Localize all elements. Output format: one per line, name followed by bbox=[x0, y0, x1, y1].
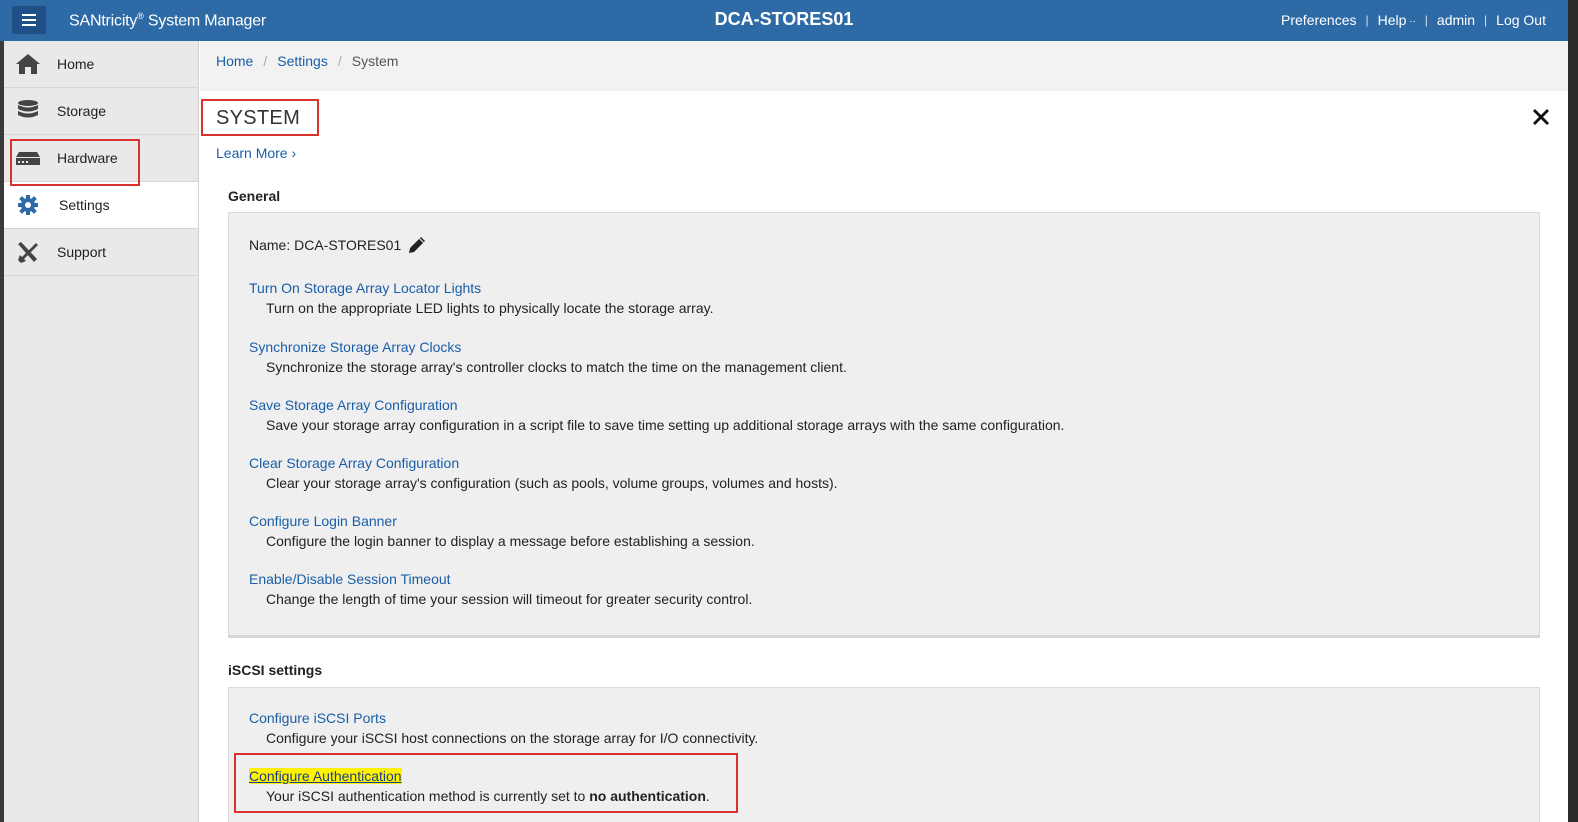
header-separator: | bbox=[1484, 13, 1488, 27]
login-banner-link[interactable]: Configure Login Banner bbox=[249, 513, 397, 529]
general-panel: Name: DCA-STORES01 Turn On Storage Array… bbox=[228, 212, 1540, 638]
list-item: Configure Authentication Your iSCSI auth… bbox=[249, 768, 710, 804]
array-name-row: Name: DCA-STORES01 bbox=[249, 235, 427, 255]
breadcrumb: Home / Settings / System bbox=[216, 53, 398, 69]
iscsi-ports-link[interactable]: Configure iSCSI Ports bbox=[249, 710, 386, 726]
help-menu[interactable]: Help ⋅⋅ bbox=[1378, 12, 1416, 28]
sidebar-item-home[interactable]: Home bbox=[4, 41, 198, 88]
header-links: Preferences | Help ⋅⋅ | admin | Log Out bbox=[1281, 12, 1546, 28]
breadcrumb-separator: / bbox=[263, 53, 268, 69]
list-item: Configure iSCSI Ports Configure your iSC… bbox=[249, 710, 758, 746]
database-icon bbox=[14, 98, 42, 124]
authentication-desc: Your iSCSI authentication method is curr… bbox=[266, 788, 710, 804]
top-bar: SANtricity® System Manager DCA-STORES01 … bbox=[0, 0, 1568, 41]
sidebar: Home Storage Hardware Settings Support bbox=[4, 41, 199, 822]
configure-authentication-link[interactable]: Configure Authentication bbox=[249, 768, 402, 784]
window-frame-right bbox=[1568, 0, 1578, 822]
learn-more-link[interactable]: Learn More › bbox=[216, 145, 296, 161]
help-link-label: Help bbox=[1377, 12, 1407, 28]
sidebar-item-settings[interactable]: Settings bbox=[4, 182, 198, 229]
app-name: SANtricity bbox=[69, 12, 138, 30]
locator-lights-link[interactable]: Turn On Storage Array Locator Lights bbox=[249, 280, 481, 296]
iscsi-heading: iSCSI settings bbox=[228, 662, 323, 678]
list-item: Enable/Disable Session Timeout Change th… bbox=[249, 571, 752, 607]
session-timeout-link[interactable]: Enable/Disable Session Timeout bbox=[249, 571, 451, 587]
page-title: SYSTEM bbox=[216, 107, 301, 129]
iscsi-panel: Configure iSCSI Ports Configure your iSC… bbox=[228, 687, 1540, 822]
array-name-label: Name: DCA-STORES01 bbox=[249, 237, 402, 253]
gear-icon bbox=[14, 192, 42, 218]
user-menu[interactable]: admin bbox=[1437, 12, 1475, 28]
sidebar-item-support[interactable]: Support bbox=[4, 229, 198, 276]
header-separator: | bbox=[1424, 13, 1428, 27]
sidebar-item-label: Storage bbox=[57, 103, 107, 119]
list-item: Configure Login Banner Configure the log… bbox=[249, 513, 755, 549]
breadcrumb-bar: Home / Settings / System bbox=[200, 41, 1568, 91]
list-item: Turn On Storage Array Locator Lights Tur… bbox=[249, 280, 713, 316]
iscsi-ports-desc: Configure your iSCSI host connections on… bbox=[266, 730, 759, 746]
general-heading: General bbox=[228, 188, 281, 204]
breadcrumb-home[interactable]: Home bbox=[216, 53, 253, 69]
app-title: SANtricity® System Manager bbox=[69, 11, 266, 30]
logout-link[interactable]: Log Out bbox=[1496, 12, 1546, 28]
sidebar-item-label: Home bbox=[57, 56, 95, 72]
sidebar-item-label: Settings bbox=[59, 197, 110, 213]
sidebar-item-label: Support bbox=[57, 244, 107, 260]
sidebar-item-storage[interactable]: Storage bbox=[4, 88, 198, 135]
app-name-suffix: System Manager bbox=[143, 12, 267, 30]
session-timeout-desc: Change the length of time your session w… bbox=[266, 591, 753, 607]
sidebar-item-label: Hardware bbox=[57, 150, 118, 166]
breadcrumb-settings[interactable]: Settings bbox=[277, 53, 328, 69]
pencil-icon[interactable] bbox=[407, 235, 427, 255]
home-icon bbox=[14, 51, 42, 77]
list-item: Synchronize Storage Array Clocks Synchro… bbox=[249, 339, 847, 375]
sync-clocks-link[interactable]: Synchronize Storage Array Clocks bbox=[249, 339, 461, 355]
login-banner-desc: Configure the login banner to display a … bbox=[266, 533, 755, 549]
clear-config-link[interactable]: Clear Storage Array Configuration bbox=[249, 455, 459, 471]
dropdown-icon: ⋅⋅ bbox=[1409, 17, 1416, 28]
sidebar-item-hardware[interactable]: Hardware bbox=[4, 135, 198, 182]
hardware-icon bbox=[14, 145, 42, 171]
save-config-desc: Save your storage array configuration in… bbox=[266, 417, 1065, 433]
close-icon[interactable] bbox=[1532, 108, 1550, 126]
tools-icon bbox=[14, 239, 42, 265]
authentication-method-value: no authentication bbox=[589, 788, 706, 804]
locator-lights-desc: Turn on the appropriate LED lights to ph… bbox=[266, 300, 714, 316]
header-separator: | bbox=[1365, 13, 1369, 27]
authentication-desc-end: . bbox=[705, 788, 710, 804]
authentication-desc-text: Your iSCSI authentication method is curr… bbox=[266, 788, 590, 804]
list-item: Save Storage Array Configuration Save yo… bbox=[249, 397, 1064, 433]
save-config-link[interactable]: Save Storage Array Configuration bbox=[249, 397, 458, 413]
hamburger-icon bbox=[22, 14, 36, 26]
clear-config-desc: Clear your storage array's configuration… bbox=[266, 475, 838, 491]
list-item: Clear Storage Array Configuration Clear … bbox=[249, 455, 838, 491]
hamburger-menu-button[interactable] bbox=[12, 6, 46, 34]
preferences-link[interactable]: Preferences bbox=[1281, 12, 1356, 28]
breadcrumb-current: System bbox=[351, 53, 399, 69]
sync-clocks-desc: Synchronize the storage array's controll… bbox=[266, 359, 847, 375]
breadcrumb-separator: / bbox=[337, 53, 342, 69]
